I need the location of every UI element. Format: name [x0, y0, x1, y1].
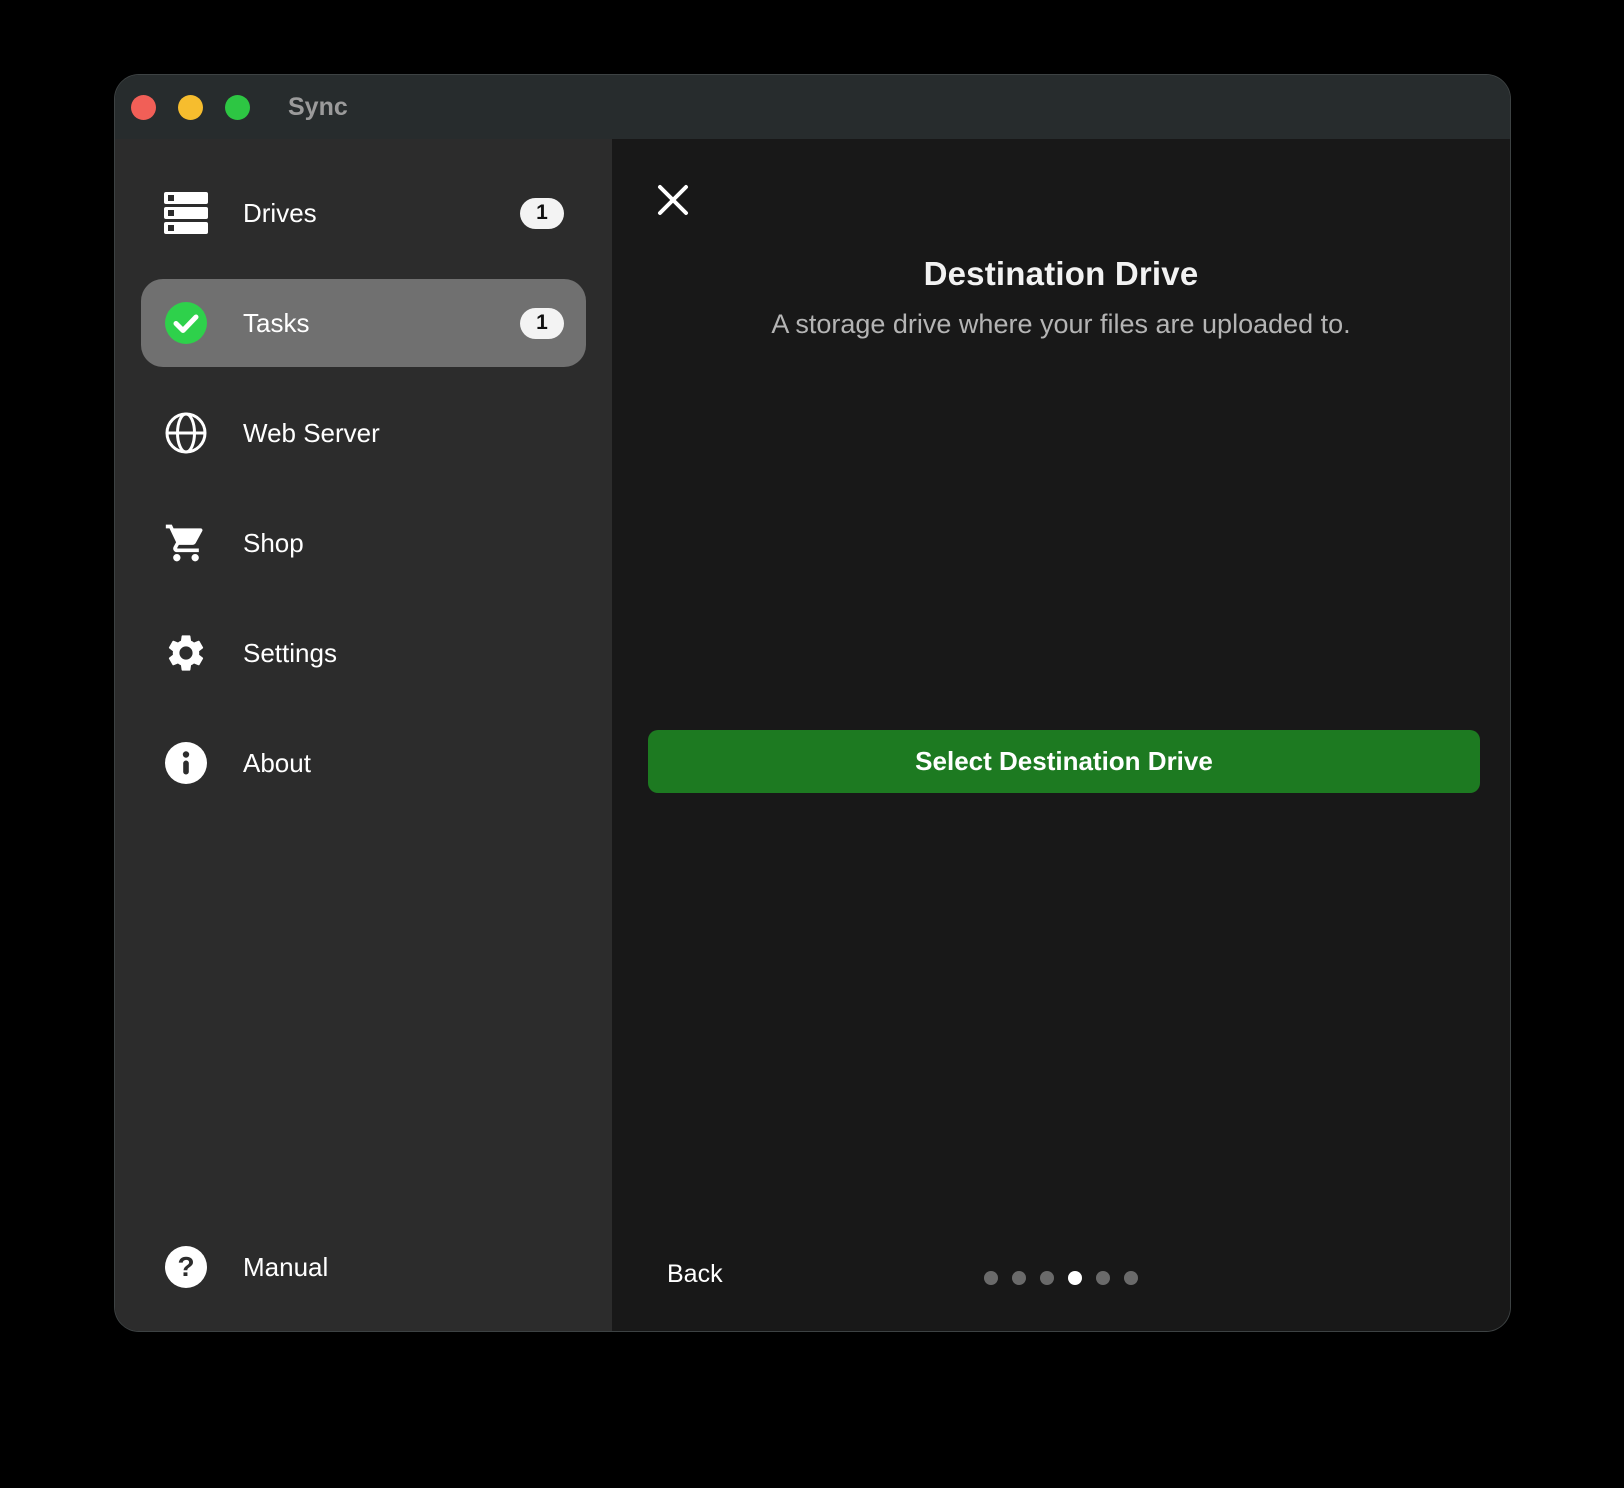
sidebar-item-label: Manual [243, 1252, 328, 1283]
wizard-panel: Destination Drive A storage drive where … [612, 139, 1510, 1331]
sidebar-item-web-server[interactable]: Web Server [141, 389, 586, 477]
drives-count-badge: 1 [520, 198, 564, 229]
check-circle-icon [163, 300, 209, 346]
sidebar-item-drives[interactable]: Drives 1 [141, 169, 586, 257]
svg-text:?: ? [177, 1251, 194, 1282]
drives-icon [163, 190, 209, 236]
question-icon: ? [163, 1244, 209, 1290]
wizard-heading: Destination Drive A storage drive where … [612, 255, 1510, 340]
sidebar-item-label: Settings [243, 638, 337, 669]
select-destination-drive-button[interactable]: Select Destination Drive [648, 730, 1480, 793]
page-dot [1012, 1271, 1026, 1285]
sidebar-item-shop[interactable]: Shop [141, 499, 586, 587]
close-icon[interactable] [654, 181, 692, 219]
sidebar-item-about[interactable]: About [141, 719, 586, 807]
close-window-button[interactable] [131, 95, 156, 120]
zoom-window-button[interactable] [225, 95, 250, 120]
back-button[interactable]: Back [667, 1260, 723, 1289]
page-dot [1124, 1271, 1138, 1285]
page-dots [984, 1271, 1138, 1285]
page-subtitle: A storage drive where your files are upl… [612, 309, 1510, 340]
minimize-window-button[interactable] [178, 95, 203, 120]
window-title: Sync [288, 93, 348, 122]
info-icon [163, 740, 209, 786]
gear-icon [163, 630, 209, 676]
tasks-count-badge: 1 [520, 308, 564, 339]
sidebar-item-settings[interactable]: Settings [141, 609, 586, 697]
page-title: Destination Drive [612, 255, 1510, 293]
page-dot [984, 1271, 998, 1285]
sidebar-item-label: Tasks [243, 308, 309, 339]
page-dot [1068, 1271, 1082, 1285]
sidebar-item-label: Web Server [243, 418, 380, 449]
sidebar-item-label: Drives [243, 198, 317, 229]
cart-icon [163, 520, 209, 566]
title-bar: Sync [115, 75, 1510, 139]
sidebar-item-label: Shop [243, 528, 304, 559]
sidebar: Drives 1 Tasks 1 [115, 139, 612, 1331]
page-dot [1040, 1271, 1054, 1285]
globe-icon [163, 410, 209, 456]
app-window: Sync Drives 1 [115, 75, 1510, 1331]
page-dot [1096, 1271, 1110, 1285]
sidebar-item-tasks[interactable]: Tasks 1 [141, 279, 586, 367]
sidebar-item-label: About [243, 748, 311, 779]
sidebar-item-manual[interactable]: ? Manual [141, 1223, 586, 1311]
